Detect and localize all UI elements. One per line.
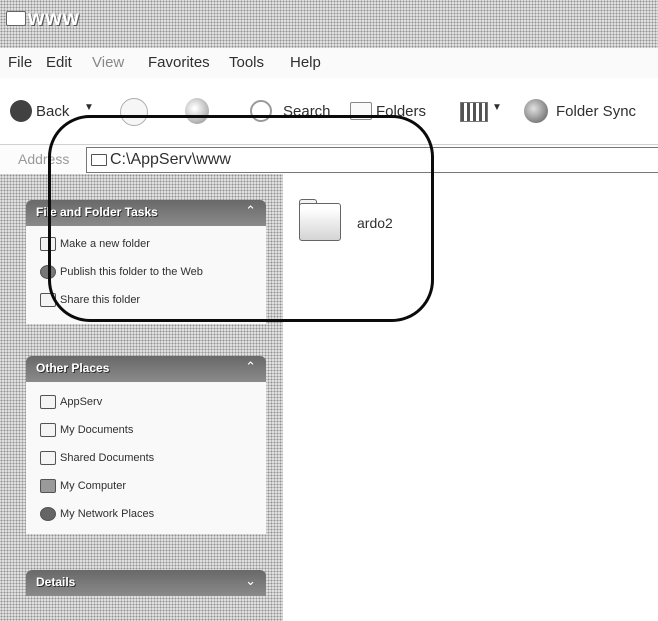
address-path: C:\AppServ\www bbox=[110, 151, 231, 168]
task-pane: File and Folder Tasks ⌃ Make a new folde… bbox=[0, 174, 283, 621]
computer-icon bbox=[40, 479, 56, 493]
menu-view[interactable]: View bbox=[92, 54, 124, 71]
address-label: Address bbox=[18, 151, 70, 167]
place-label: My Computer bbox=[60, 480, 127, 492]
menu-tools[interactable]: Tools bbox=[229, 54, 264, 71]
views-icon bbox=[460, 102, 488, 122]
folder-item[interactable]: ardo2 bbox=[297, 197, 417, 247]
back-dropdown-icon[interactable]: ▼ bbox=[84, 102, 94, 113]
up-folder-icon[interactable] bbox=[185, 98, 209, 124]
address-input[interactable]: C:\AppServ\www bbox=[86, 147, 658, 173]
menu-file[interactable]: File bbox=[8, 54, 32, 71]
window-title: www bbox=[28, 7, 81, 30]
tasks-panel-body: Make a new folder Publish this folder to… bbox=[26, 226, 266, 324]
globe-icon bbox=[40, 265, 56, 279]
task-label: Make a new folder bbox=[60, 238, 150, 250]
address-bar: Address C:\AppServ\www bbox=[0, 144, 658, 176]
documents-folder-icon bbox=[40, 423, 56, 437]
place-label: Shared Documents bbox=[60, 452, 155, 464]
folders-icon bbox=[350, 102, 372, 120]
back-label: Back bbox=[36, 103, 70, 120]
details-title: Details bbox=[36, 575, 76, 589]
menu-bar: File Edit View Favorites Tools Help bbox=[0, 48, 658, 79]
collapse-icon[interactable]: ⌃ bbox=[245, 359, 256, 375]
folder-icon bbox=[40, 395, 56, 409]
search-icon bbox=[250, 100, 272, 122]
window-icon bbox=[6, 11, 26, 26]
views-dropdown-icon: ▼ bbox=[492, 102, 502, 113]
tasks-panel-title: File and Folder Tasks bbox=[36, 205, 158, 219]
share-folder-icon bbox=[40, 293, 56, 307]
network-icon bbox=[40, 507, 56, 521]
place-label: AppServ bbox=[60, 396, 103, 408]
other-places-body: AppServ My Documents Shared Documents My… bbox=[26, 382, 266, 534]
folder-name: ardo2 bbox=[357, 215, 393, 231]
search-label: Search bbox=[283, 103, 331, 120]
folder-sync-label: Folder Sync bbox=[556, 103, 637, 120]
folder-icon bbox=[299, 203, 341, 241]
menu-help[interactable]: Help bbox=[290, 54, 321, 71]
title-bar[interactable]: www bbox=[0, 0, 658, 48]
place-label: My Documents bbox=[60, 424, 134, 436]
folders-label: Folders bbox=[376, 103, 427, 120]
file-list[interactable]: ardo2 bbox=[283, 175, 658, 621]
other-places-title: Other Places bbox=[36, 361, 110, 375]
shared-folder-icon bbox=[40, 451, 56, 465]
expand-icon[interactable]: ⌄ bbox=[245, 573, 256, 589]
menu-favorites[interactable]: Favorites bbox=[148, 54, 210, 71]
folder-sync-icon bbox=[524, 99, 548, 123]
tasks-panel-header[interactable]: File and Folder Tasks ⌃ bbox=[26, 200, 266, 226]
new-folder-icon bbox=[40, 237, 56, 251]
back-arrow-icon bbox=[10, 100, 32, 122]
menu-edit[interactable]: Edit bbox=[46, 54, 72, 71]
details-header[interactable]: Details ⌄ bbox=[26, 570, 266, 596]
task-label: Share this folder bbox=[60, 294, 141, 306]
place-label: My Network Places bbox=[60, 508, 155, 520]
task-label: Publish this folder to the Web bbox=[60, 266, 203, 278]
toolbar: Back ▼ Search Folders ▼ Folder Sync bbox=[0, 78, 658, 144]
collapse-icon[interactable]: ⌃ bbox=[245, 203, 256, 219]
other-places-header[interactable]: Other Places ⌃ bbox=[26, 356, 266, 382]
folder-icon bbox=[91, 154, 107, 166]
forward-button[interactable] bbox=[120, 98, 148, 126]
